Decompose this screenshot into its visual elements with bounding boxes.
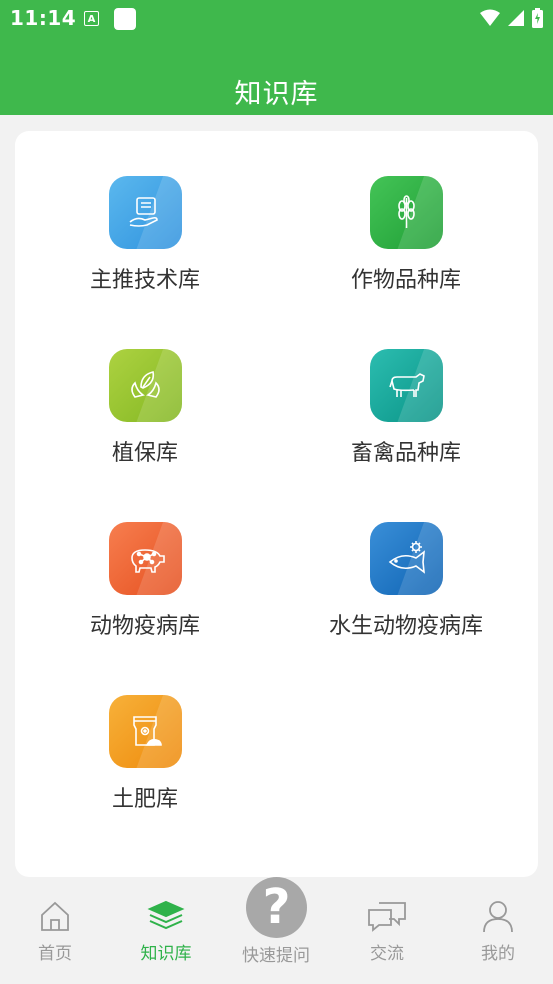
tab-label: 快速提问 <box>242 946 310 966</box>
grid-item-plant-protection[interactable]: 植保库 <box>25 349 265 467</box>
grid-item-label: 畜禽品种库 <box>350 441 461 466</box>
grid-item-label: 植保库 <box>111 441 178 466</box>
grid-item-aquatic-disease[interactable]: 水生动物疫病库 <box>286 522 526 640</box>
grid-item-label: 土肥库 <box>111 787 178 812</box>
app-bar: 知识库 <box>0 38 553 115</box>
wheat-icon <box>369 176 443 249</box>
knowledge-grid: 主推技术库 作物品种库 植保库 畜禽品种库 动物疫病库 水生动物疫病库 土肥库 <box>15 131 538 877</box>
wifi-icon <box>480 9 500 26</box>
pig-virus-icon <box>108 522 182 595</box>
tab-exchange[interactable]: 交流 <box>347 899 427 964</box>
page-title: 知识库 <box>234 79 319 110</box>
cow-icon <box>369 349 443 422</box>
grid-item-label: 作物品种库 <box>350 268 461 293</box>
grid-item-label: 主推技术库 <box>89 268 200 293</box>
battery-icon <box>532 8 543 28</box>
grid-item-soil-fertilizer[interactable]: 土肥库 <box>25 695 265 813</box>
signal-icon <box>508 10 524 26</box>
fertilizer-bag-icon <box>108 695 182 768</box>
tab-home[interactable]: 首页 <box>15 899 95 964</box>
person-icon <box>483 901 513 933</box>
tab-label: 首页 <box>38 944 72 964</box>
grid-item-main-tech[interactable]: 主推技术库 <box>25 176 265 294</box>
status-indicators <box>480 8 543 28</box>
grid-item-livestock-varieties[interactable]: 畜禽品种库 <box>286 349 526 467</box>
status-bar: 11:14 A <box>0 0 553 38</box>
fish-virus-icon <box>369 522 443 595</box>
grid-item-label: 水生动物疫病库 <box>328 614 483 639</box>
chat-icon <box>368 902 406 932</box>
quick-ask-button[interactable]: ? <box>246 877 307 938</box>
grid-item-animal-disease[interactable]: 动物疫病库 <box>25 522 265 640</box>
layers-icon <box>147 900 185 930</box>
leaf-hand-icon <box>108 349 182 422</box>
hand-document-icon <box>108 176 182 249</box>
app-notification-icon: A <box>84 11 99 26</box>
tab-knowledge[interactable]: 知识库 <box>126 899 206 964</box>
tab-label: 交流 <box>370 944 404 964</box>
tab-label: 知识库 <box>140 944 192 964</box>
home-icon <box>41 901 69 931</box>
notification-square-icon <box>114 8 136 30</box>
question-icon: ? <box>262 879 291 935</box>
grid-item-label: 动物疫病库 <box>89 614 200 639</box>
grid-item-crop-varieties[interactable]: 作物品种库 <box>286 176 526 294</box>
tab-mine[interactable]: 我的 <box>458 899 538 964</box>
bottom-tab-bar: 首页 知识库 ? 快速提问 交流 我的 <box>0 877 553 984</box>
tab-label: 我的 <box>481 944 515 964</box>
status-time: 11:14 <box>10 6 77 30</box>
